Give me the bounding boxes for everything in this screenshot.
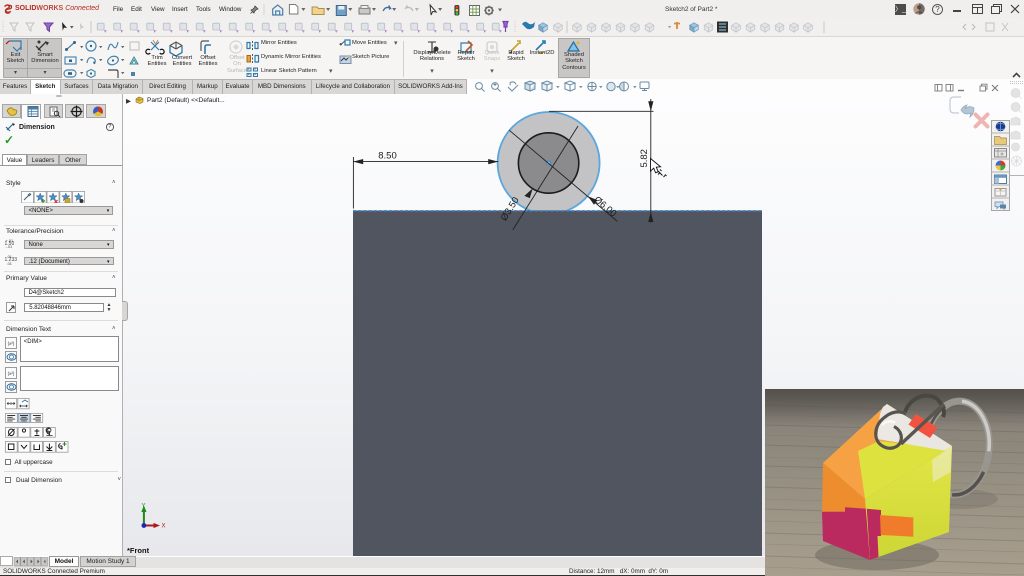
svg-text:8.50: 8.50	[378, 150, 397, 161]
svg-text:*Front: *Front	[127, 546, 150, 555]
svg-text:X: X	[162, 524, 166, 530]
svg-text:5.82: 5.82	[639, 149, 650, 168]
svg-text:Y: Y	[142, 504, 146, 510]
